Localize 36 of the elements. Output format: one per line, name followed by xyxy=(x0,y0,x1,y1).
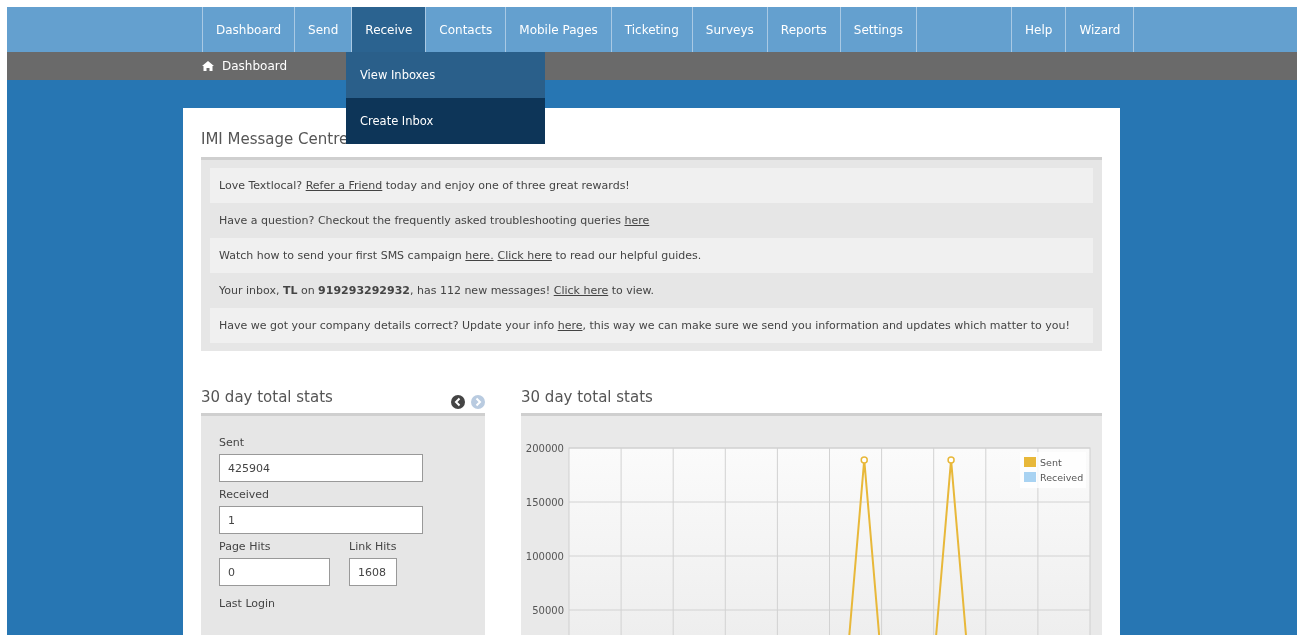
legend-label: Received xyxy=(1040,472,1084,483)
notice-text: Your inbox, TL on 919293292932, has 112 new messages! Click here to view. xyxy=(218,283,656,299)
y-tick-label: 50000 xyxy=(532,605,564,616)
y-tick-label: 200000 xyxy=(525,443,564,454)
data-point xyxy=(860,456,868,464)
panel-title: 30 day total stats xyxy=(521,388,653,406)
text-link[interactable]: here. xyxy=(465,249,494,262)
field-label: Received xyxy=(219,488,271,501)
text-link[interactable]: Click here xyxy=(553,284,609,297)
text-link[interactable]: here xyxy=(624,214,650,227)
dropdown-item[interactable]: Create Inbox xyxy=(346,98,545,144)
nav-tab[interactable]: Receive xyxy=(352,7,427,52)
notice-text: Have we got your company details correct? Update your info here, this way we can make sure we send you information and updates which matter to you! xyxy=(210,308,1093,343)
legend-label: Sent xyxy=(1040,457,1062,468)
stat-field[interactable]: 1 xyxy=(219,506,423,534)
field-label: Sent xyxy=(219,436,246,449)
text-link[interactable]: Click here xyxy=(497,249,552,262)
field-label: Link Hits xyxy=(349,540,397,553)
notice-text: Have a question? Checkout the frequently asked troubleshooting queries here xyxy=(218,213,651,229)
legend-background xyxy=(1020,452,1086,488)
dropdown-item[interactable]: View Inboxes xyxy=(346,52,545,98)
data-point xyxy=(947,456,955,464)
field-label: Last Login xyxy=(219,597,276,610)
stat-field[interactable]: 425904 xyxy=(219,454,423,482)
previous-icon[interactable] xyxy=(451,395,465,409)
stat-field[interactable]: 0 xyxy=(219,558,330,586)
panel-title: 30 day total stats xyxy=(201,388,333,406)
notice-text: Watch how to send your first SMS campaign here. Click here to read our helpful guides. xyxy=(210,238,1093,273)
breadcrumb-link[interactable]: Dashboard xyxy=(222,59,288,73)
notice-text: Love Textlocal? Refer a Friend today and enjoy one of three great rewards! xyxy=(210,168,1093,203)
y-tick-label: 150000 xyxy=(525,497,564,508)
stat-field[interactable]: 1608 xyxy=(349,558,397,586)
y-tick-label: 100000 xyxy=(525,551,564,562)
text-link[interactable]: Refer a Friend xyxy=(305,179,383,192)
field-label: Page Hits xyxy=(219,540,272,553)
home-icon xyxy=(202,61,214,71)
